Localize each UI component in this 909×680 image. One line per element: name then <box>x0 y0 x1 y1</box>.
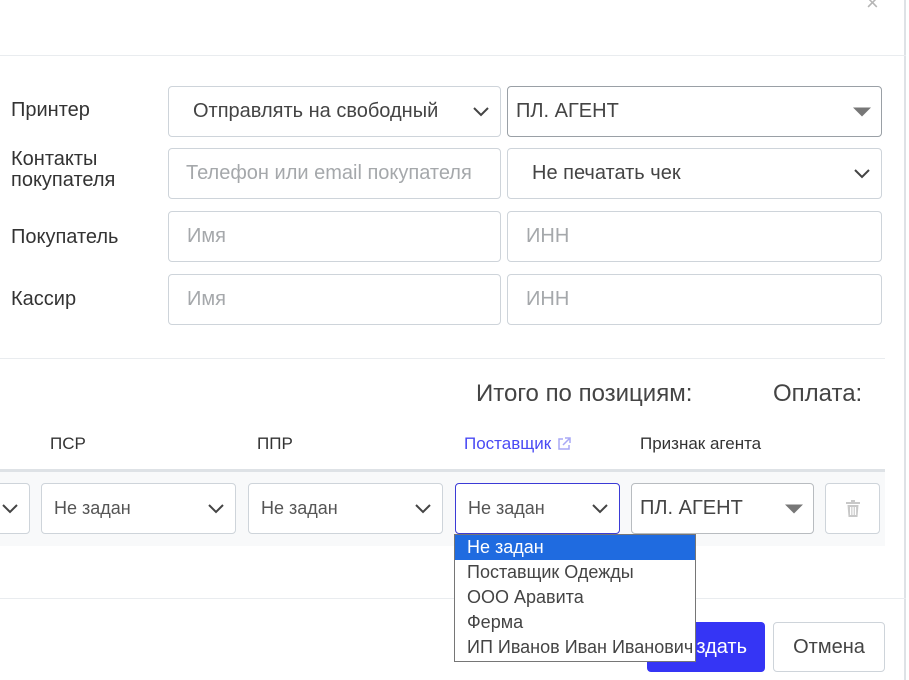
footer-divider <box>0 598 906 599</box>
caret-down-icon <box>785 504 803 513</box>
cashier-name-placeholder: Имя <box>187 288 226 310</box>
chevron-down-icon <box>853 165 871 183</box>
printer-select-value: Отправлять на свободный <box>193 100 439 122</box>
cashier-inn-input[interactable]: ИНН <box>507 274 882 325</box>
row-ppr-select[interactable]: Не задан <box>248 483 443 534</box>
contacts-label: Контакты покупателя <box>11 148 116 191</box>
buyer-name-placeholder: Имя <box>187 225 226 247</box>
row-prev-select[interactable] <box>0 483 30 534</box>
chevron-down-icon <box>207 500 225 518</box>
dropdown-option[interactable]: Ферма <box>455 610 695 635</box>
cashier-label: Кассир <box>11 288 77 310</box>
receipt-select[interactable]: Не печатать чек <box>507 148 882 199</box>
cashier-inn-placeholder: ИНН <box>526 288 570 310</box>
section-divider <box>0 358 885 359</box>
row-psr-value: Не задан <box>54 498 131 518</box>
printer-agent-select[interactable]: ПЛ. АГЕНТ <box>507 86 882 137</box>
external-link-icon <box>558 437 571 450</box>
delete-row-button[interactable] <box>825 483 880 534</box>
trash-icon <box>845 500 860 517</box>
chevron-down-icon <box>472 103 490 121</box>
cashier-name-input[interactable]: Имя <box>168 274 501 325</box>
dropdown-option[interactable]: ИП Иванов Иван Иванович <box>455 635 695 660</box>
close-icon[interactable]: × <box>866 0 879 14</box>
column-psr: ПСР <box>50 434 86 453</box>
printer-select[interactable]: Отправлять на свободный <box>168 86 501 137</box>
column-agent-sign: Признак агента <box>640 434 762 453</box>
buyer-name-input[interactable]: Имя <box>168 211 501 262</box>
payment-label: Оплата: <box>773 380 863 407</box>
total-label: Итого по позициям: <box>476 380 693 407</box>
contacts-placeholder: Телефон или email покупателя <box>186 162 472 184</box>
dropdown-option[interactable]: Не задан <box>455 535 695 560</box>
cancel-button[interactable]: Отмена <box>773 622 885 672</box>
cancel-button-label: Отмена <box>793 635 865 658</box>
dropdown-option[interactable]: ООО Аравита <box>455 585 695 610</box>
column-supplier-label: Поставщик <box>464 434 552 453</box>
contacts-input[interactable]: Телефон или email покупателя <box>168 148 501 199</box>
row-agent-select[interactable]: ПЛ. АГЕНТ <box>631 483 814 534</box>
row-agent-value: ПЛ. АГЕНТ <box>640 497 743 519</box>
row-supplier-value: Не задан <box>468 498 545 518</box>
chevron-down-icon <box>1 500 19 518</box>
header-divider <box>0 55 906 56</box>
printer-label: Принтер <box>11 99 90 121</box>
row-psr-select[interactable]: Не задан <box>41 483 236 534</box>
column-ppr: ППР <box>257 434 293 453</box>
buyer-label: Покупатель <box>11 226 119 248</box>
column-supplier[interactable]: Поставщик <box>464 434 572 454</box>
modal-dialog: × Принтер Отправлять на свободный ПЛ. АГ… <box>0 0 906 680</box>
caret-down-icon <box>853 107 871 116</box>
receipt-select-value: Не печатать чек <box>532 162 681 184</box>
chevron-down-icon <box>414 500 432 518</box>
buyer-inn-placeholder: ИНН <box>526 225 570 247</box>
supplier-dropdown-list: Не задан Поставщик Одежды ООО Аравита Фе… <box>454 534 696 662</box>
dropdown-option[interactable]: Поставщик Одежды <box>455 560 695 585</box>
row-ppr-value: Не задан <box>261 498 338 518</box>
chevron-down-icon <box>591 500 609 518</box>
row-supplier-select[interactable]: Не задан <box>455 483 620 534</box>
buyer-inn-input[interactable]: ИНН <box>507 211 882 262</box>
printer-agent-value: ПЛ. АГЕНТ <box>516 100 619 122</box>
